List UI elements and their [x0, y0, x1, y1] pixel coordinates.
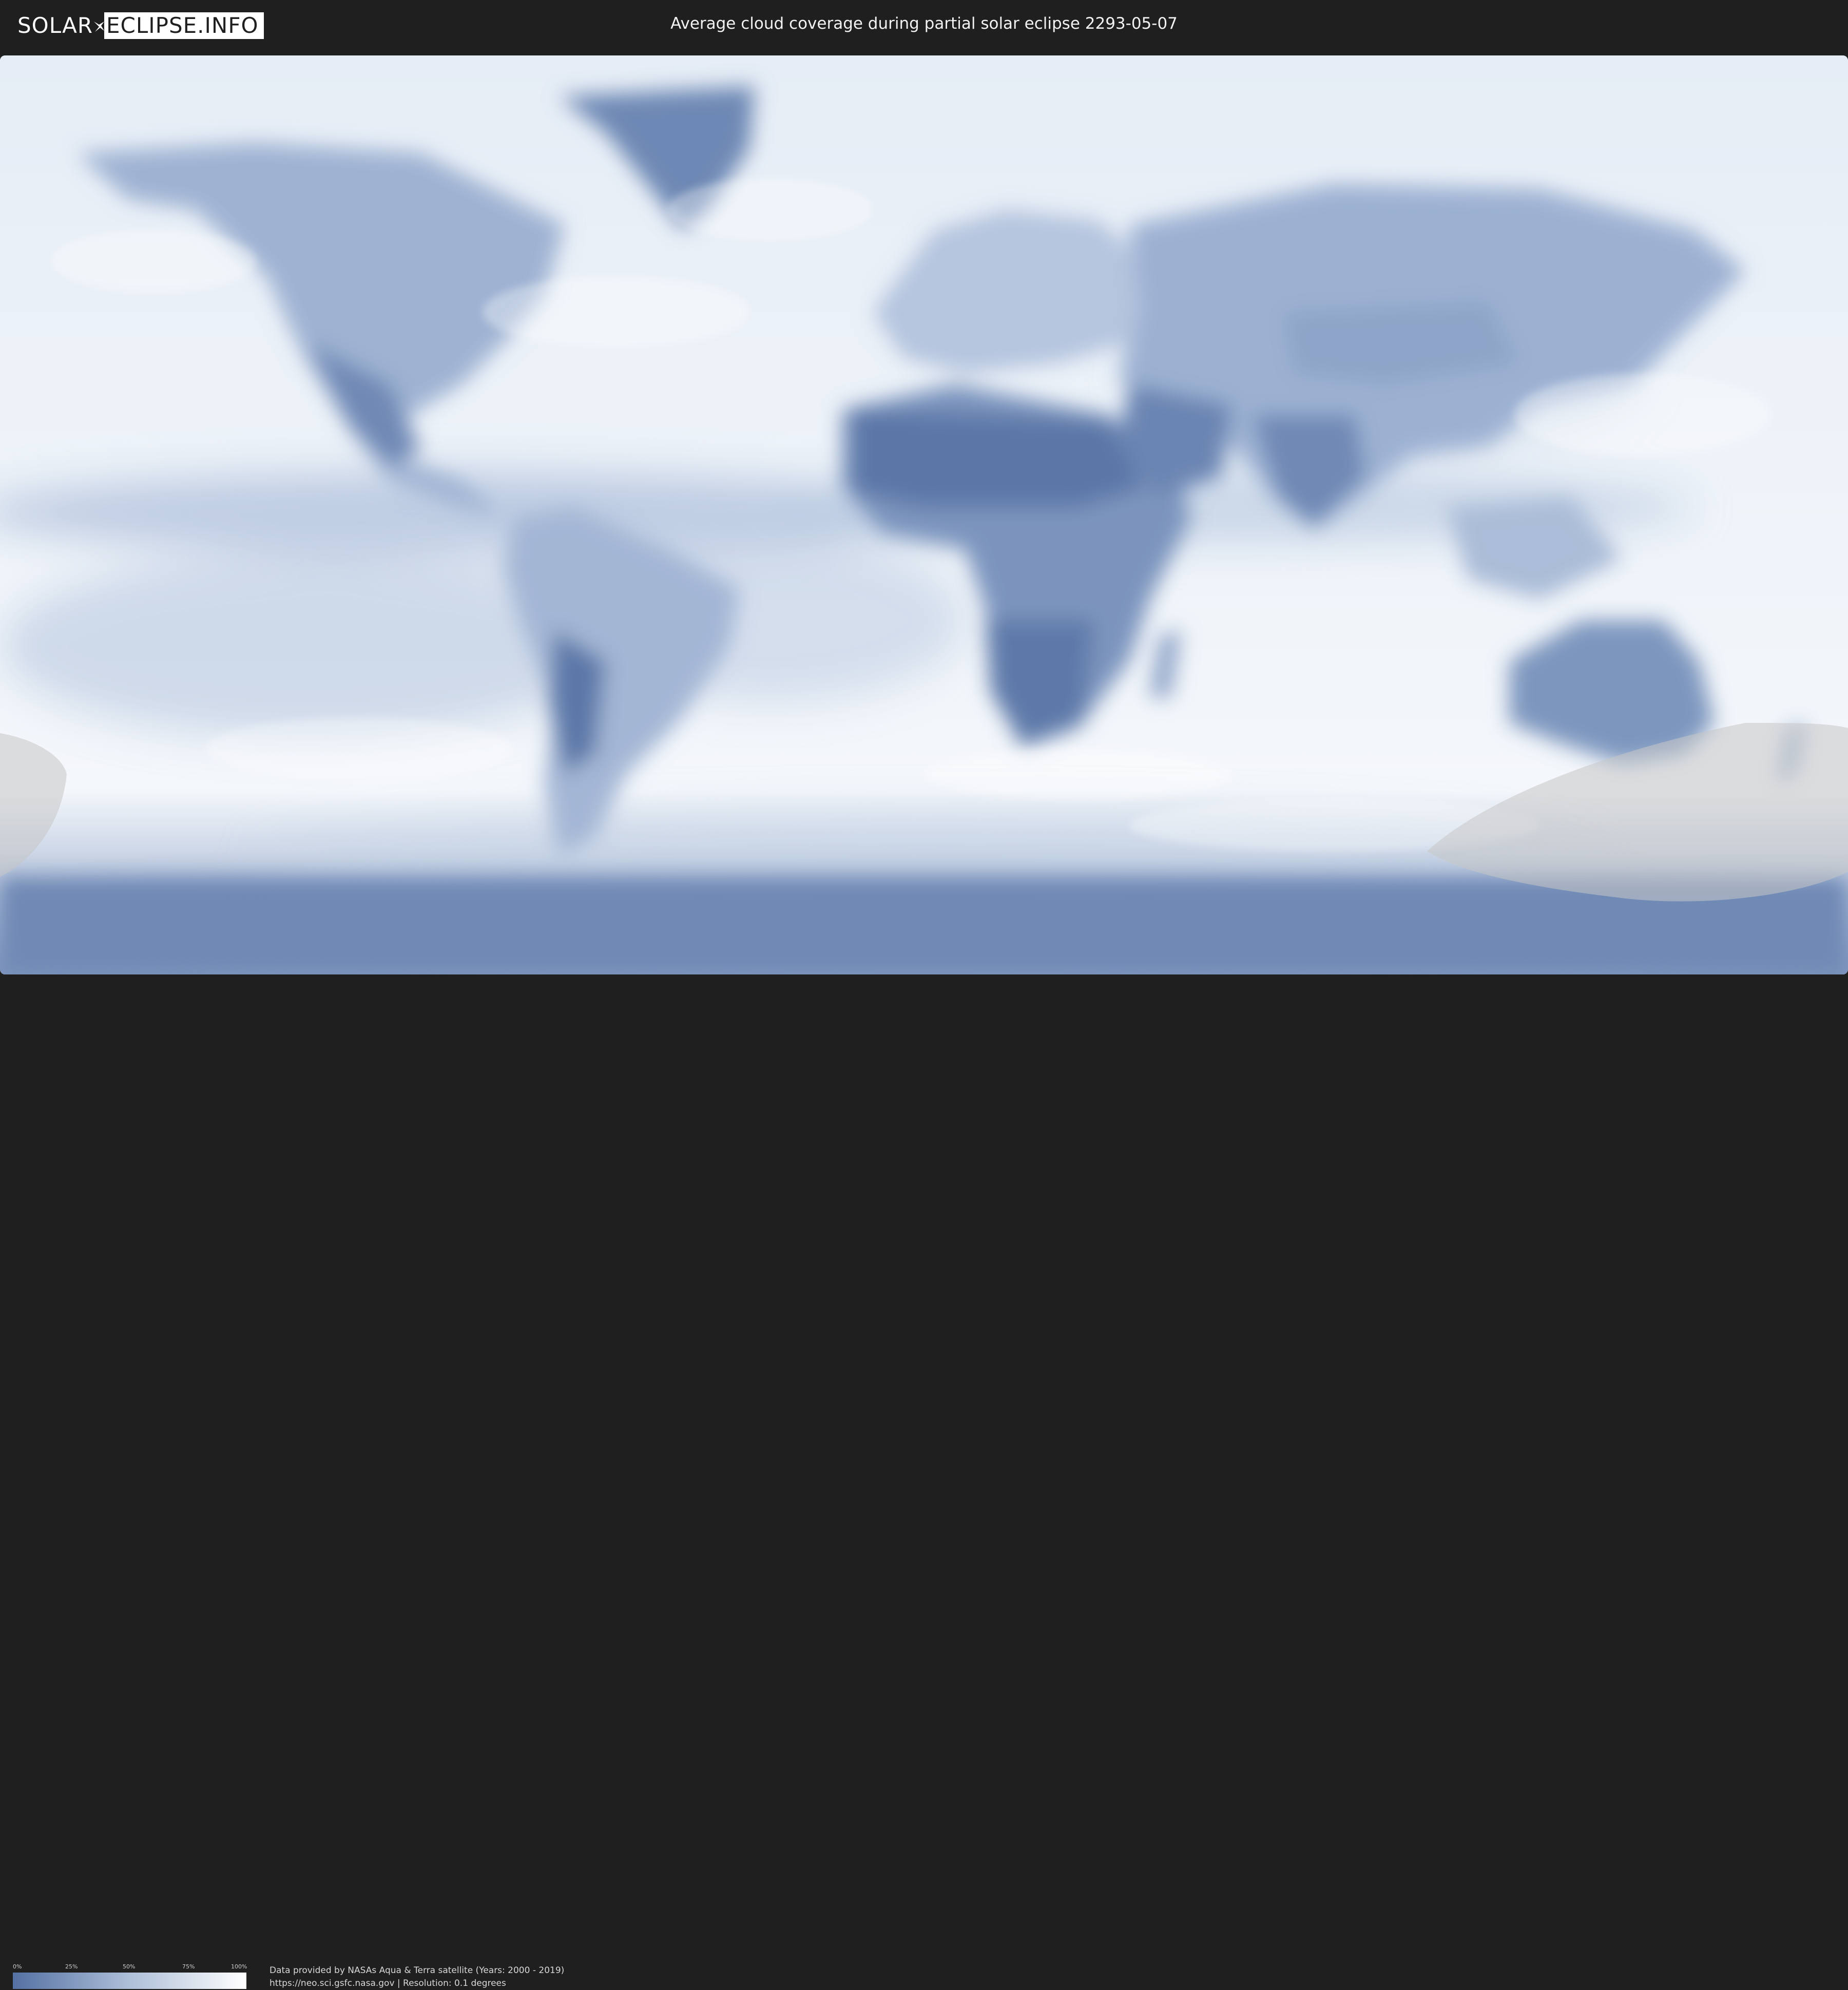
legend-tick-100: 100% — [231, 1963, 247, 1970]
world-map-graphic — [0, 55, 1848, 974]
legend-tick-75: 75% — [182, 1963, 195, 1970]
legend-tick-0: 0% — [13, 1963, 22, 1970]
footer-bar: 0% 25% 50% 75% 100% Data provided by NAS… — [0, 975, 1848, 1989]
legend-gradient-bar — [13, 1973, 246, 1989]
legend-tick-50: 50% — [123, 1963, 136, 1970]
cloud-coverage-legend: 0% 25% 50% 75% 100% — [13, 1963, 247, 1989]
source-line: https://neo.sci.gsfc.nasa.gov | Resoluti… — [270, 1978, 506, 1988]
cloud-coverage-map[interactable] — [0, 55, 1848, 974]
credit-line: Data provided by NASAs Aqua & Terra sate… — [270, 1965, 565, 1976]
page-title: Average cloud coverage during partial so… — [670, 14, 1178, 33]
data-credits: Data provided by NASAs Aqua & Terra sate… — [270, 1964, 564, 1990]
legend-tick-25: 25% — [65, 1963, 78, 1970]
header-bar: SOLAR ECLIPSE.INFO Average cloud coverag… — [0, 0, 1848, 51]
legend-ticks: 0% 25% 50% 75% 100% — [13, 1963, 247, 1972]
